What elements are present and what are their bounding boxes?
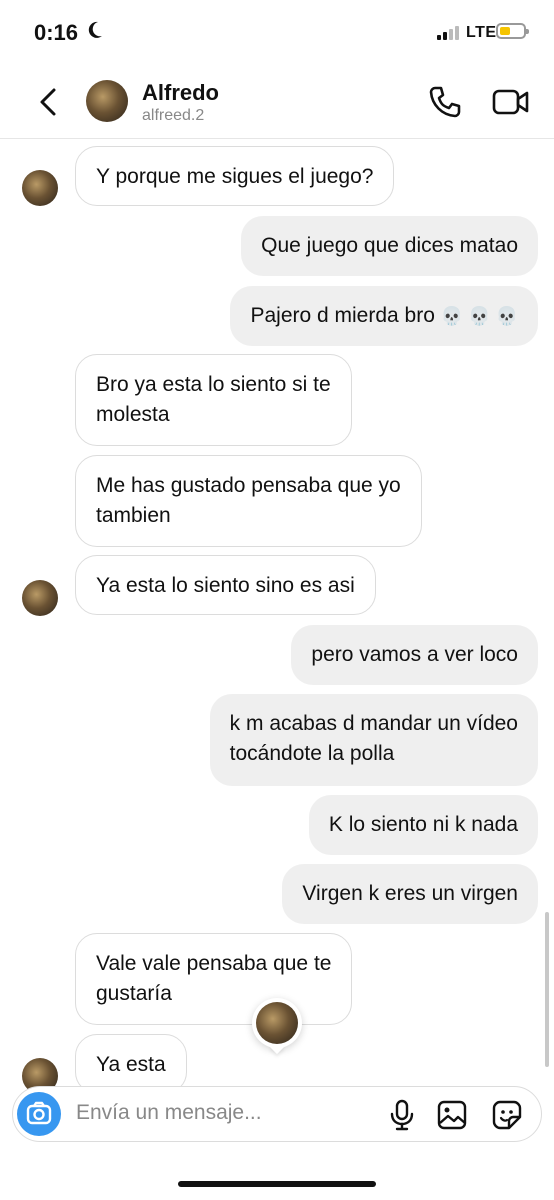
sender-avatar[interactable] (22, 580, 58, 616)
sender-avatar[interactable] (22, 170, 58, 206)
message-text: tambien (96, 504, 171, 527)
message-input[interactable]: Envía un mensaje... (76, 1101, 262, 1125)
message-text: Vale vale pensaba que te (96, 952, 332, 975)
message-bubble-outgoing[interactable]: pero vamos a ver loco (291, 625, 538, 685)
message-text: Ya esta lo siento sino es asi (96, 574, 355, 597)
status-bar: 0:16 LTE (0, 0, 554, 64)
contact-avatar[interactable] (86, 80, 128, 122)
message-bubble-incoming[interactable]: Ya esta lo siento sino es asi (75, 555, 376, 615)
message-text: molesta (96, 403, 170, 426)
message-text: gustaría (96, 982, 172, 1005)
video-camera-icon[interactable] (491, 84, 531, 120)
camera-button[interactable] (17, 1092, 61, 1136)
message-bubble-incoming[interactable]: Ya esta (75, 1034, 187, 1094)
message-text: Me has gustado pensaba que yo (96, 474, 401, 497)
message-bubble-outgoing[interactable]: Pajero d mierda bro 💀 💀 💀 (230, 286, 538, 346)
contact-username[interactable]: alfreed.2 (142, 107, 204, 125)
network-label: LTE (466, 24, 497, 41)
message-text: tocándote la polla (229, 742, 395, 765)
battery-icon (496, 23, 529, 39)
message-composer[interactable]: Envía un mensaje... (12, 1086, 542, 1142)
message-text: k m acabas d mandar un vídeo (229, 712, 518, 735)
message-bubble-outgoing[interactable]: Virgen k eres un virgen (282, 864, 538, 924)
message-bubble-incoming[interactable]: Vale vale pensaba que te gustaría (75, 933, 353, 1025)
message-text: Virgen k eres un virgen (302, 882, 518, 905)
status-time: 0:16 (34, 20, 79, 45)
skull-emoji: 💀 💀 💀 (440, 306, 518, 326)
microphone-icon[interactable] (387, 1099, 417, 1131)
message-bubble-incoming[interactable]: Bro ya esta lo siento si te molesta (75, 354, 352, 446)
message-text: Ya esta (96, 1053, 166, 1076)
message-text: K lo siento ni k nada (328, 813, 518, 836)
seen-avatar-indicator (252, 998, 302, 1055)
gallery-icon[interactable] (436, 1099, 468, 1131)
contact-name[interactable]: Alfredo (142, 80, 219, 106)
sticker-icon[interactable] (491, 1099, 523, 1131)
moon-icon (86, 20, 104, 46)
scrollbar[interactable] (545, 912, 549, 1067)
message-bubble-outgoing[interactable]: k m acabas d mandar un vídeo tocándote l… (209, 694, 538, 786)
message-bubble-incoming[interactable]: Me has gustado pensaba que yo tambien (75, 455, 422, 547)
phone-icon[interactable] (427, 84, 463, 120)
camera-icon (26, 1101, 52, 1125)
message-text: pero vamos a ver loco (311, 643, 518, 666)
message-text: Que juego que dices matao (261, 234, 518, 257)
message-bubble-outgoing[interactable]: K lo siento ni k nada (308, 795, 538, 855)
signal-icon (437, 26, 461, 45)
message-text: Pajero d mierda bro (250, 304, 435, 327)
chat-header: Alfredo alfreed.2 (0, 64, 554, 139)
message-bubble-incoming[interactable]: Y porque me sigues el juego? (75, 146, 395, 206)
home-indicator (178, 1181, 376, 1187)
message-text: Bro ya esta lo siento si te (96, 373, 331, 396)
back-arrow-icon[interactable] (34, 82, 64, 122)
message-text: Y porque me sigues el juego? (96, 165, 374, 188)
message-bubble-outgoing[interactable]: Que juego que dices matao (241, 216, 538, 276)
